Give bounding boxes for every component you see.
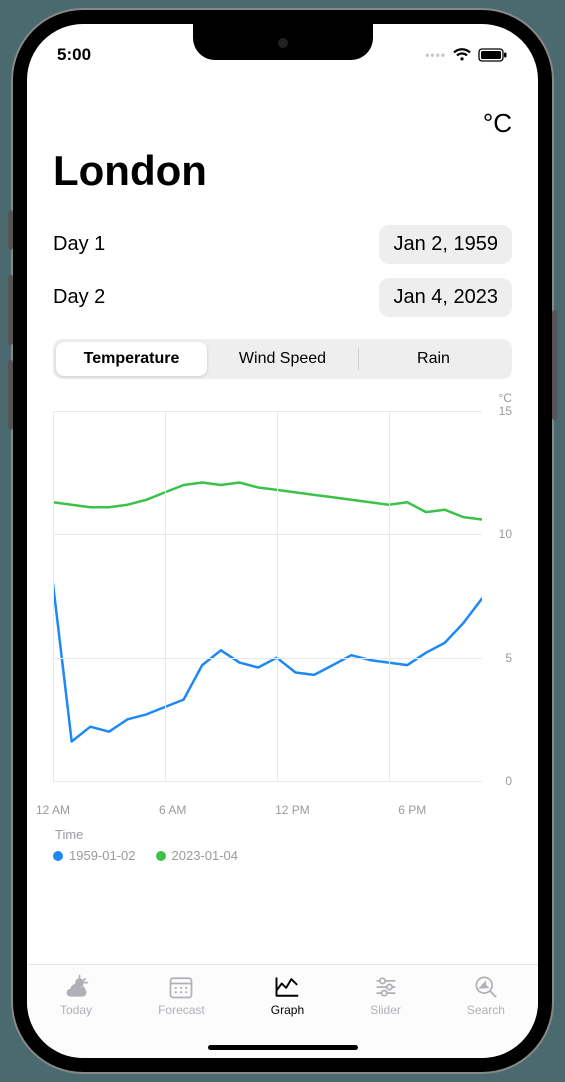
x-axis-title: Time [55,827,512,842]
y-tick-label: 0 [505,774,512,788]
segmented-control: Temperature Wind Speed Rain [53,339,512,379]
tab-label: Search [467,1003,505,1017]
chart-series-line [53,584,482,742]
weather-icon [61,973,91,1001]
grid-line [53,534,482,535]
search-location-icon [471,973,501,1001]
y-tick-label: 10 [499,527,512,541]
grid-line [389,411,390,781]
tab-graph[interactable]: Graph [271,973,304,1017]
legend-item: 2023-01-04 [156,848,239,863]
grid-line [165,411,166,781]
segment-rain[interactable]: Rain [358,342,509,376]
date-picker-2[interactable]: Jan 4, 2023 [379,278,512,317]
status-time: 5:00 [57,45,91,65]
side-button [8,210,13,250]
day-label: Day 1 [53,233,105,256]
tab-bar: Today Forecast Graph Slider Search [27,964,538,1058]
y-tick-label: 15 [499,404,512,418]
home-indicator[interactable] [208,1045,358,1050]
segment-temperature[interactable]: Temperature [56,342,207,376]
tab-slider[interactable]: Slider [370,973,401,1017]
grid-line [277,411,278,781]
chart-legend: 1959-01-02 2023-01-04 [53,848,512,863]
tab-forecast[interactable]: Forecast [158,973,205,1017]
notch [193,24,373,60]
slider-icon [371,973,401,1001]
chart-series-line [53,483,482,520]
legend-item: 1959-01-02 [53,848,136,863]
grid-line [53,411,54,781]
tab-label: Today [60,1003,92,1017]
battery-icon [478,48,508,62]
graph-icon [272,973,302,1001]
day-label: Day 2 [53,286,105,309]
x-tick-label: 6 AM [159,803,186,817]
day-row-1: Day 1 Jan 2, 1959 [53,225,512,264]
screen: 5:00 •••• °C London Day 1 Jan 2, 1959 Da… [27,24,538,1058]
cellular-dots-icon: •••• [425,48,446,62]
grid-line [53,658,482,659]
calendar-icon [166,973,196,1001]
tab-label: Forecast [158,1003,205,1017]
tab-label: Slider [370,1003,401,1017]
side-button [552,310,557,420]
unit-toggle[interactable]: °C [483,108,512,139]
tab-today[interactable]: Today [60,973,92,1017]
x-tick-label: 12 PM [275,803,310,817]
date-picker-1[interactable]: Jan 2, 1959 [379,225,512,264]
phone-frame: 5:00 •••• °C London Day 1 Jan 2, 1959 Da… [13,10,552,1072]
grid-line [53,411,482,412]
legend-dot-icon [156,851,166,861]
y-tick-label: 5 [505,651,512,665]
legend-dot-icon [53,851,63,861]
wifi-icon [452,48,472,62]
day-row-2: Day 2 Jan 4, 2023 [53,278,512,317]
tab-label: Graph [271,1003,304,1017]
legend-label: 1959-01-02 [69,848,136,863]
chart-container: °C 151050 12 AM6 AM12 PM6 PM Time 1959-0… [53,399,512,863]
side-button [8,360,13,430]
side-button [8,275,13,345]
page-title: London [53,147,512,195]
x-tick-label: 12 AM [36,803,70,817]
x-tick-label: 6 PM [398,803,426,817]
grid-line [53,781,482,782]
legend-label: 2023-01-04 [172,848,239,863]
segment-wind-speed[interactable]: Wind Speed [207,342,358,376]
tab-search[interactable]: Search [467,973,505,1017]
